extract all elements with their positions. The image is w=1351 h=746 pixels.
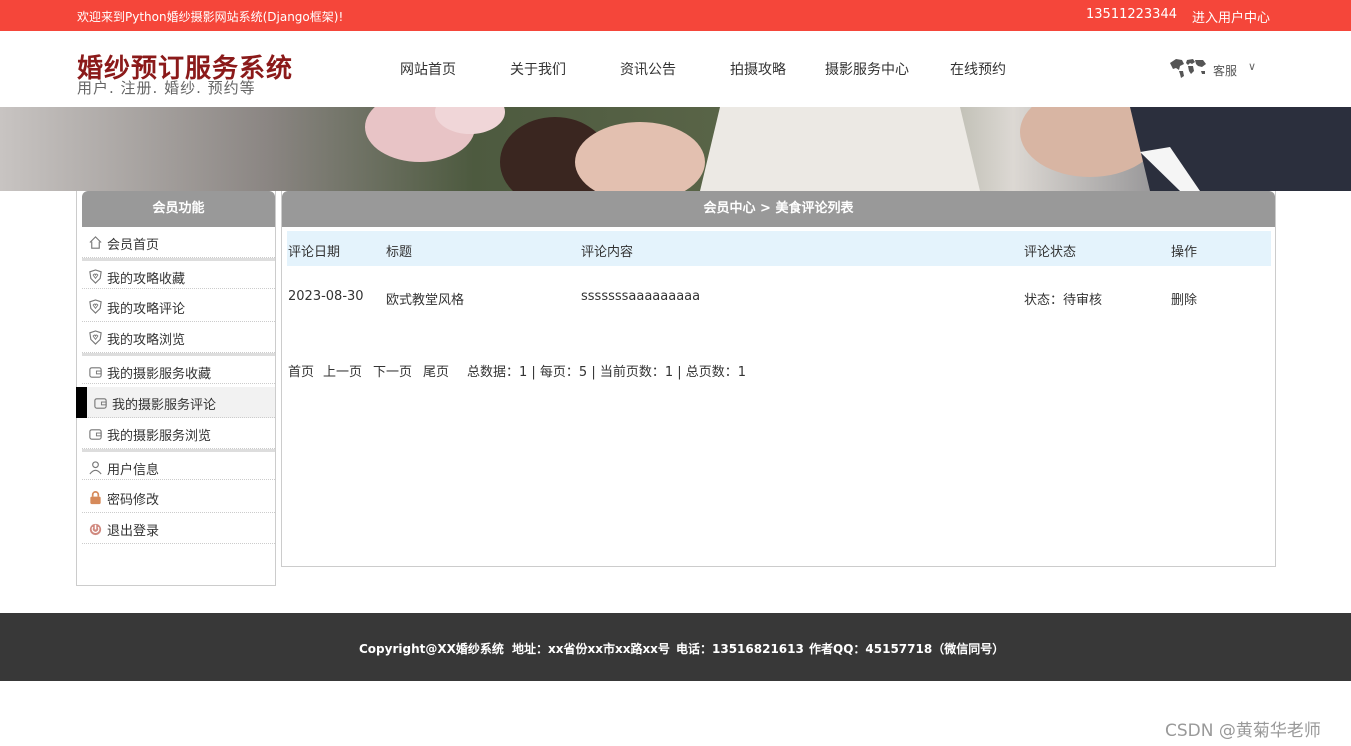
column-header-action: 操作 (1171, 245, 1198, 260)
sidebar-item-label: 我的摄影服务收藏 (107, 367, 212, 382)
sidebar-item-member-home[interactable]: 会员首页 (82, 227, 275, 258)
table-header: 评论日期 标题 评论内容 评论状态 操作 (287, 231, 1271, 266)
lock-icon (90, 491, 101, 505)
cell-status: 状态：待审核 (1024, 293, 1103, 308)
pager-next[interactable]: 下一页 (373, 361, 412, 380)
customer-service-label: 客服 (1213, 64, 1238, 78)
member-sidebar: 会员功能 会员首页 我的攻略收藏 我的攻略评论 我的攻略浏览 我的摄影服务收藏 … (76, 191, 276, 586)
home-icon (89, 236, 102, 249)
cell-title: 欧式教堂风格 (386, 293, 465, 308)
footer-copyright: Copyright@XX婚纱系统 (359, 642, 504, 656)
pager-first[interactable]: 首页 (288, 361, 314, 380)
breadcrumb: 会员中心 > 美食评论列表 (282, 191, 1275, 227)
sidebar-item-change-password[interactable]: 密码修改 (82, 482, 275, 513)
user-icon (89, 461, 102, 475)
banner-image (0, 107, 1351, 191)
footer-phone: 电话：13516821613 (676, 642, 804, 656)
sidebar-title: 会员功能 (82, 191, 275, 227)
delete-button[interactable]: 删除 (1171, 289, 1197, 308)
sidebar-item-label: 我的摄影服务浏览 (107, 429, 212, 444)
wallet-icon (89, 367, 102, 378)
sidebar-item-label: 会员首页 (107, 238, 160, 253)
sidebar-item-photo-comments[interactable]: 我的摄影服务评论 (82, 387, 275, 418)
header: 婚纱预订服务系统 用户. 注册. 婚纱. 预约等 网站首页 关于我们 资讯公告 … (0, 31, 1351, 107)
sidebar-item-label: 密码修改 (107, 493, 160, 508)
phone-number: 13511223344 (1086, 7, 1177, 22)
top-bar: 欢迎来到Python婚纱摄影网站系统(Django框架)! 1351122334… (0, 0, 1351, 31)
wallet-icon (89, 429, 102, 440)
nav-photo-service[interactable]: 摄影服务中心 (825, 59, 909, 79)
chevron-down-icon: ∨ (1248, 60, 1257, 73)
sidebar-item-photo-history[interactable]: 我的摄影服务浏览 (82, 418, 275, 449)
sidebar-item-photo-favorites[interactable]: 我的摄影服务收藏 (82, 353, 275, 384)
watermark: CSDN @黄菊华老师 (1165, 721, 1321, 741)
nav-about[interactable]: 关于我们 (510, 59, 566, 79)
wallet-icon (94, 398, 107, 409)
sidebar-item-label: 我的攻略收藏 (107, 272, 186, 287)
column-header-content: 评论内容 (581, 245, 634, 260)
active-indicator (76, 387, 87, 418)
pager-prev[interactable]: 上一页 (323, 361, 362, 380)
sidebar-item-label: 我的攻略浏览 (107, 333, 186, 348)
customer-service-button[interactable]: 客服 ∨ (1168, 57, 1260, 81)
sidebar-item-label: 我的摄影服务评论 (112, 398, 217, 413)
column-header-status: 评论状态 (1024, 245, 1077, 260)
nav-home[interactable]: 网站首页 (400, 59, 456, 79)
footer-qq: 作者QQ：45157718（微信同号） (809, 642, 1005, 656)
nav-guide[interactable]: 拍摄攻略 (730, 59, 786, 79)
world-map-icon (1170, 59, 1206, 78)
nav-news[interactable]: 资讯公告 (620, 59, 676, 79)
column-header-title: 标题 (386, 245, 413, 260)
sidebar-item-label: 我的攻略评论 (107, 302, 186, 317)
heart-shield-icon (89, 330, 102, 345)
footer-address: 地址：xx省份xx市xx路xx号 (512, 642, 670, 656)
footer: Copyright@XX婚纱系统 地址：xx省份xx市xx路xx号 电话：135… (0, 613, 1351, 681)
user-center-link[interactable]: 进入用户中心 (1192, 7, 1270, 26)
heart-shield-icon (89, 269, 102, 284)
column-header-date: 评论日期 (288, 245, 341, 260)
cell-date: 2023-08-30 (288, 289, 364, 304)
main-panel: 会员中心 > 美食评论列表 评论日期 标题 评论内容 评论状态 操作 2023-… (281, 191, 1276, 567)
sidebar-item-label: 用户信息 (107, 463, 160, 478)
welcome-text: 欢迎来到Python婚纱摄影网站系统(Django框架)! (77, 10, 344, 24)
sidebar-item-label: 退出登录 (107, 524, 160, 539)
power-icon (89, 523, 102, 536)
sidebar-item-guide-comments[interactable]: 我的攻略评论 (82, 291, 275, 322)
sidebar-item-guide-history[interactable]: 我的攻略浏览 (82, 322, 275, 353)
heart-shield-icon (89, 299, 102, 314)
logo-subtitle: 用户. 注册. 婚纱. 预约等 (77, 79, 256, 97)
sidebar-item-user-info[interactable]: 用户信息 (82, 449, 275, 480)
sidebar-item-guide-favorites[interactable]: 我的攻略收藏 (82, 258, 275, 289)
sidebar-item-logout[interactable]: 退出登录 (82, 513, 275, 544)
pager-info: 总数据：1 | 每页：5 | 当前页数：1 | 总页数：1 (467, 365, 747, 380)
pager-last[interactable]: 尾页 (423, 361, 449, 380)
cell-content: sssssssaaaaaaaaa (581, 289, 701, 304)
nav-booking[interactable]: 在线预约 (950, 59, 1006, 79)
